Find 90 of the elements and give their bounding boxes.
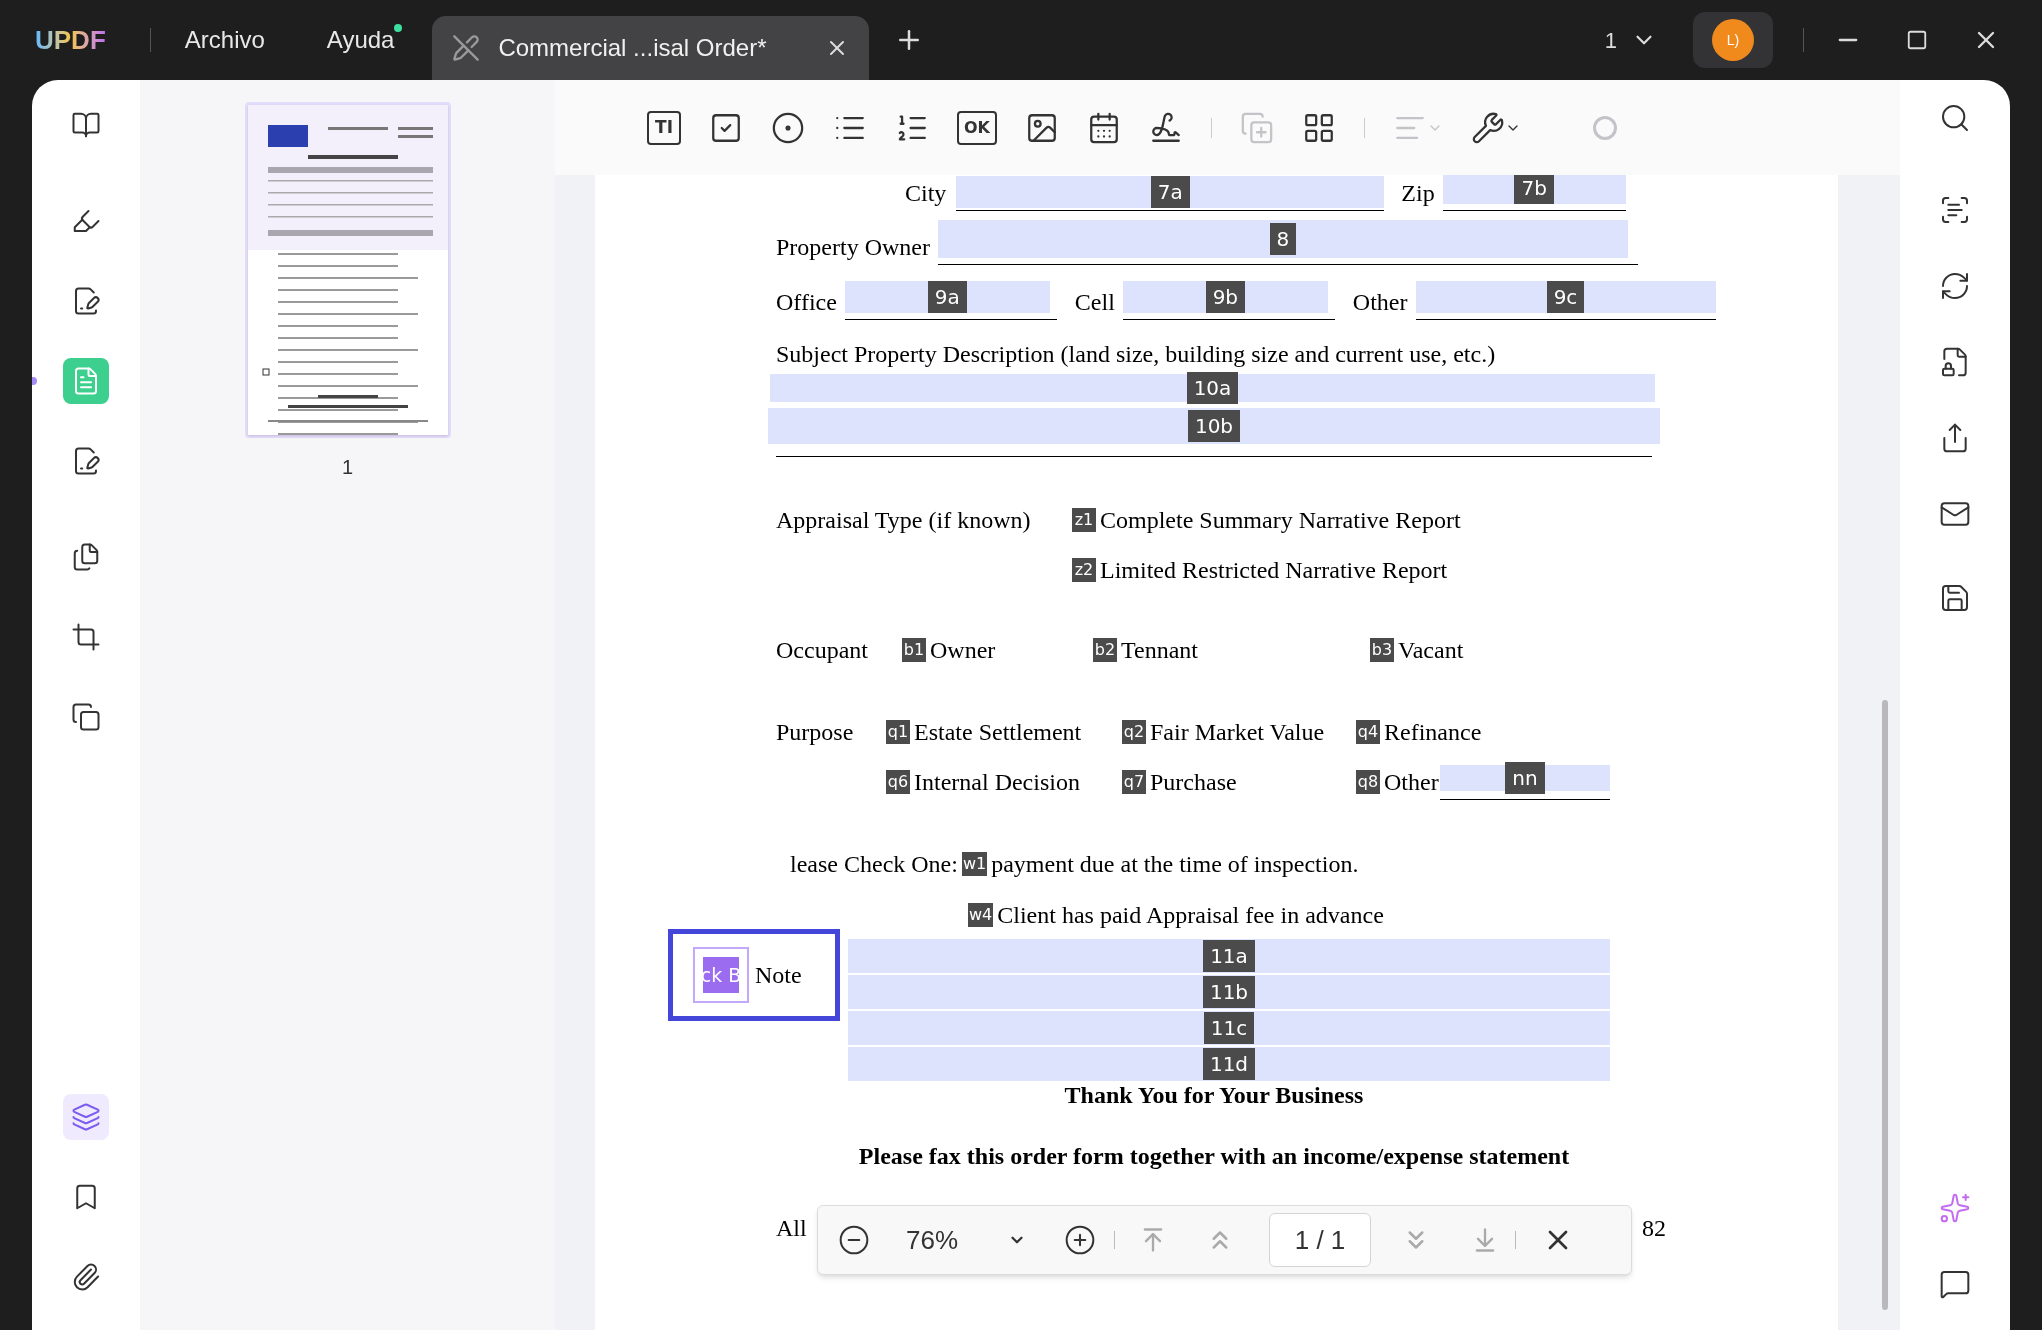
comment-icon[interactable] xyxy=(1939,1268,1971,1300)
sparkle-icon[interactable] xyxy=(1939,1192,1971,1224)
scrollbar[interactable] xyxy=(1882,700,1888,1310)
option-label: Fair Market Value xyxy=(1150,718,1325,747)
form-label: Zip xyxy=(1401,180,1435,206)
form-field[interactable]: nn xyxy=(1440,765,1610,791)
form-label: City xyxy=(905,180,947,206)
form-field[interactable]: 11c xyxy=(848,1011,1610,1045)
form-label: Cell xyxy=(1074,289,1115,315)
checkbox-field[interactable]: w1 xyxy=(961,852,988,876)
form-label: Purpose xyxy=(776,719,854,745)
closing-text: Thank You for Your Business xyxy=(1064,1081,1364,1110)
form-field[interactable]: 11a xyxy=(848,939,1610,973)
checkbox-field[interactable]: w4 xyxy=(968,903,994,927)
form-field[interactable]: 9c xyxy=(1415,281,1716,313)
form-field[interactable]: 11b xyxy=(848,975,1610,1009)
copy-icon xyxy=(71,702,101,732)
book-icon xyxy=(71,110,101,140)
form-field[interactable]: 10b xyxy=(768,408,1660,444)
text-field-tool[interactable]: TI xyxy=(647,110,681,145)
date-icon xyxy=(1087,110,1121,145)
document-tab[interactable]: Commercial ...isal Order* xyxy=(432,16,870,80)
option-label: Owner xyxy=(930,636,996,665)
form-label: Property Owner xyxy=(776,233,930,262)
form-label: Appraisal Type (if known) xyxy=(776,507,1031,533)
signature-icon xyxy=(1149,110,1183,145)
form-field[interactable]: 10a xyxy=(770,374,1655,402)
checkbox-field[interactable]: q2 xyxy=(1122,720,1146,744)
form-label: Other xyxy=(1352,289,1408,315)
checkbox-field[interactable]: z2 xyxy=(1072,558,1096,582)
checkbox-field[interactable]: z1 xyxy=(1072,508,1096,532)
form-field[interactable]: 11d xyxy=(848,1047,1610,1081)
form-label: Office xyxy=(776,289,837,315)
form-field[interactable]: 7b xyxy=(1442,175,1626,204)
form-field[interactable]: 9b xyxy=(1122,281,1328,313)
checkbox-field[interactable]: b2 xyxy=(1093,638,1117,662)
page-count-dropdown[interactable]: 1 xyxy=(1604,23,1657,57)
tools-icon xyxy=(1471,110,1505,145)
zoom-in-icon[interactable] xyxy=(1064,1224,1096,1256)
date-tool[interactable] xyxy=(1087,110,1121,145)
zoom-out-icon[interactable] xyxy=(838,1224,870,1256)
page-number: 1 xyxy=(341,455,354,480)
option-label: Tennant xyxy=(1121,636,1198,665)
option-label: Estate Settlement xyxy=(914,718,1082,747)
option-label: Refinance xyxy=(1384,718,1482,747)
form-label: Occupant xyxy=(776,637,868,663)
form-field[interactable]: 9a xyxy=(844,281,1050,313)
form-label: Subject Property Description (land size, building size and current use, etc.) xyxy=(776,340,1496,369)
checkbox-field[interactable]: q1 xyxy=(886,720,910,744)
crop-icon xyxy=(71,622,101,652)
option-label: Limited Restricted Narrative Report xyxy=(1100,556,1448,585)
menu-item[interactable]: Ayuda xyxy=(326,22,395,58)
convert-icon[interactable] xyxy=(1939,270,1971,302)
footer-text: All xyxy=(776,1214,807,1243)
option-label: Complete Summary Narrative Report xyxy=(1100,506,1461,535)
option-label: Other xyxy=(1384,768,1439,797)
search-icon[interactable] xyxy=(1939,102,1971,134)
option-label: Internal Decision xyxy=(914,768,1080,797)
closing-text: Please fax this order form together with an income/expense statement xyxy=(858,1142,1570,1171)
checkbox-field[interactable]: q7 xyxy=(1122,770,1146,794)
menu-item[interactable]: Archivo xyxy=(184,22,265,58)
option-label: Vacant xyxy=(1398,636,1464,665)
page-input[interactable]: 1 / 1 xyxy=(1269,1213,1371,1267)
button-tool[interactable]: OK xyxy=(957,110,997,145)
pages-icon xyxy=(71,542,101,572)
checkbox-field[interactable]: q8 xyxy=(1356,770,1380,794)
checkbox-field[interactable]: q4 xyxy=(1356,720,1380,744)
form-field[interactable]: 8 xyxy=(937,220,1628,258)
radio-icon xyxy=(771,110,805,145)
tab-title: Commercial ...isal Order* xyxy=(498,33,767,63)
toggle-icon[interactable] xyxy=(1593,115,1617,140)
footer-text: 82 xyxy=(1642,1214,1666,1243)
zoom-level-dropdown[interactable]: 76% xyxy=(906,1220,1026,1260)
checkbox-field[interactable]: q6 xyxy=(886,770,910,794)
paperclip-icon xyxy=(71,1262,101,1292)
save-icon[interactable] xyxy=(1939,582,1971,614)
radio-tool[interactable] xyxy=(771,110,805,145)
checkbox-field[interactable]: b1 xyxy=(902,638,926,662)
option-label: Client has paid Appraisal fee in advance xyxy=(997,901,1384,930)
maximize-icon[interactable] xyxy=(1906,29,1928,51)
option-label: payment due at the time of inspection. xyxy=(991,850,1359,879)
option-label: Purchase xyxy=(1150,768,1237,797)
ocr-icon[interactable] xyxy=(1939,194,1971,226)
form-label: lease Check One: xyxy=(790,850,958,879)
checkbox-field[interactable]: b3 xyxy=(1370,638,1394,662)
layers-icon xyxy=(71,1102,101,1132)
form-field[interactable]: 7a xyxy=(956,176,1385,208)
unsaved-icon xyxy=(452,34,481,62)
duplicate-icon xyxy=(1240,110,1274,145)
signature-tool[interactable] xyxy=(1149,110,1183,145)
